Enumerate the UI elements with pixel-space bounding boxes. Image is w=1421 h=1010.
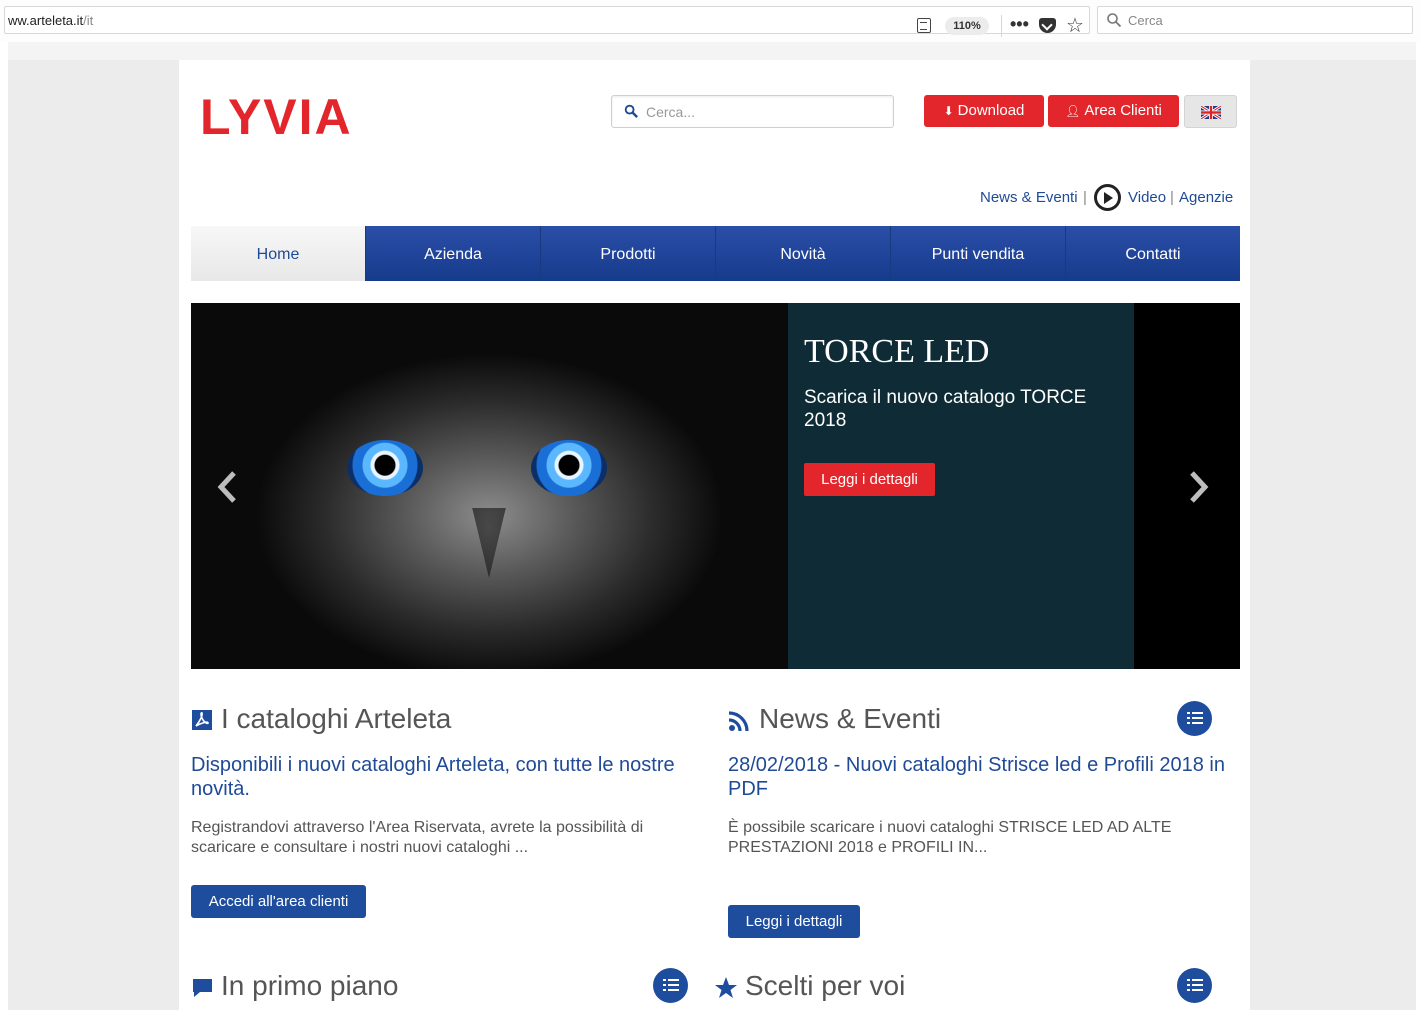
nav-item-punti-vendita[interactable]: Punti vendita xyxy=(891,226,1066,281)
nav-item-azienda[interactable]: Azienda xyxy=(366,226,541,281)
scelti-per-voi-title: Scelti per voi xyxy=(714,970,1014,1004)
more-actions-icon[interactable]: ••• xyxy=(1010,14,1029,35)
owl-eye-left xyxy=(347,440,423,496)
hero-slider: TORCE LED Scarica il nuovo catalogo TORC… xyxy=(191,303,1240,669)
scelti-list-icon[interactable] xyxy=(1177,968,1212,1003)
main-nav: Home Azienda Prodotti Novità Punti vendi… xyxy=(191,226,1240,281)
primo-piano-title: In primo piano xyxy=(191,970,491,1004)
cataloghi-text: Registrandovi attraverso l'Area Riservat… xyxy=(191,819,644,856)
owl-eye-right xyxy=(531,440,607,496)
top-links: News & Eventi | Video | Agenzie xyxy=(976,183,1238,211)
star-icon xyxy=(715,977,737,998)
uk-flag-icon xyxy=(1201,106,1221,119)
nav-item-novita[interactable]: Novità xyxy=(716,226,891,281)
language-uk-button[interactable] xyxy=(1184,95,1237,128)
video-play-icon[interactable] xyxy=(1094,184,1121,211)
download-icon: ⬇ xyxy=(943,104,954,118)
site-search-placeholder: Cerca... xyxy=(646,104,696,120)
nav-item-prodotti[interactable]: Prodotti xyxy=(541,226,716,281)
url-text: ww.arteleta.it/it xyxy=(8,13,94,28)
cataloghi-link[interactable]: Disponibili i nuovi cataloghi Arteleta, … xyxy=(191,753,701,801)
svg-text:LYVIA: LYVIA xyxy=(200,90,353,138)
user-icon: 👤︎ xyxy=(1065,104,1081,118)
news-eventi-link[interactable]: News & Eventi xyxy=(980,189,1078,206)
toolbar-separator xyxy=(1001,15,1002,37)
slide-caption: TORCE LED Scarica il nuovo catalogo TORC… xyxy=(788,303,1134,669)
chevron-right-icon[interactable] xyxy=(1187,469,1211,505)
news-list-icon[interactable] xyxy=(1177,701,1212,736)
agenzie-link[interactable]: Agenzie xyxy=(1179,189,1233,206)
news-title: News & Eventi xyxy=(728,703,1028,737)
search-icon xyxy=(624,104,638,118)
slide-text: Scarica il nuovo catalogo TORCE 2018 xyxy=(804,387,1087,431)
nav-item-home[interactable]: Home xyxy=(191,226,366,281)
pocket-icon[interactable] xyxy=(1039,18,1056,33)
chevron-left-icon[interactable] xyxy=(215,469,239,505)
bookmark-star-icon[interactable]: ☆ xyxy=(1066,13,1084,38)
browser-search-input[interactable]: Cerca xyxy=(1097,6,1413,34)
site-search-input[interactable]: Cerca... xyxy=(611,95,894,128)
accedi-area-clienti-button[interactable]: Accedi all'area clienti xyxy=(191,885,366,918)
browser-search-placeholder: Cerca xyxy=(1128,13,1163,28)
slide-title: TORCE LED xyxy=(804,333,990,370)
reader-view-icon[interactable] xyxy=(917,18,931,33)
search-icon xyxy=(1107,13,1122,28)
owl-beak xyxy=(472,508,506,578)
news-details-button[interactable]: Leggi i dettagli xyxy=(728,905,860,938)
nav-item-contatti[interactable]: Contatti xyxy=(1066,226,1240,281)
owl-image xyxy=(191,303,788,669)
primo-piano-list-icon[interactable] xyxy=(653,968,688,1003)
slide-details-button[interactable]: Leggi i dettagli xyxy=(804,463,935,496)
news-link[interactable]: 28/02/2018 - Nuovi cataloghi Strisce led… xyxy=(728,753,1238,801)
video-link[interactable]: Video xyxy=(1128,189,1166,206)
cataloghi-title: I cataloghi Arteleta xyxy=(191,703,491,737)
url-bar[interactable]: ww.arteleta.it/it 110% ••• ☆ xyxy=(4,6,1090,37)
site-logo[interactable]: LYVIA xyxy=(200,90,360,138)
area-clienti-button[interactable]: 👤︎ Area Clienti xyxy=(1048,95,1179,127)
zoom-level-badge[interactable]: 110% xyxy=(945,17,989,35)
pdf-icon xyxy=(192,710,212,730)
speech-bubble-icon xyxy=(193,979,212,997)
news-text: È possibile scaricare i nuovi cataloghi … xyxy=(728,819,1172,856)
rss-icon xyxy=(728,711,749,732)
browser-toolbar: ww.arteleta.it/it 110% ••• ☆ Cerca xyxy=(0,0,1421,42)
download-button[interactable]: ⬇ Download xyxy=(924,95,1044,127)
